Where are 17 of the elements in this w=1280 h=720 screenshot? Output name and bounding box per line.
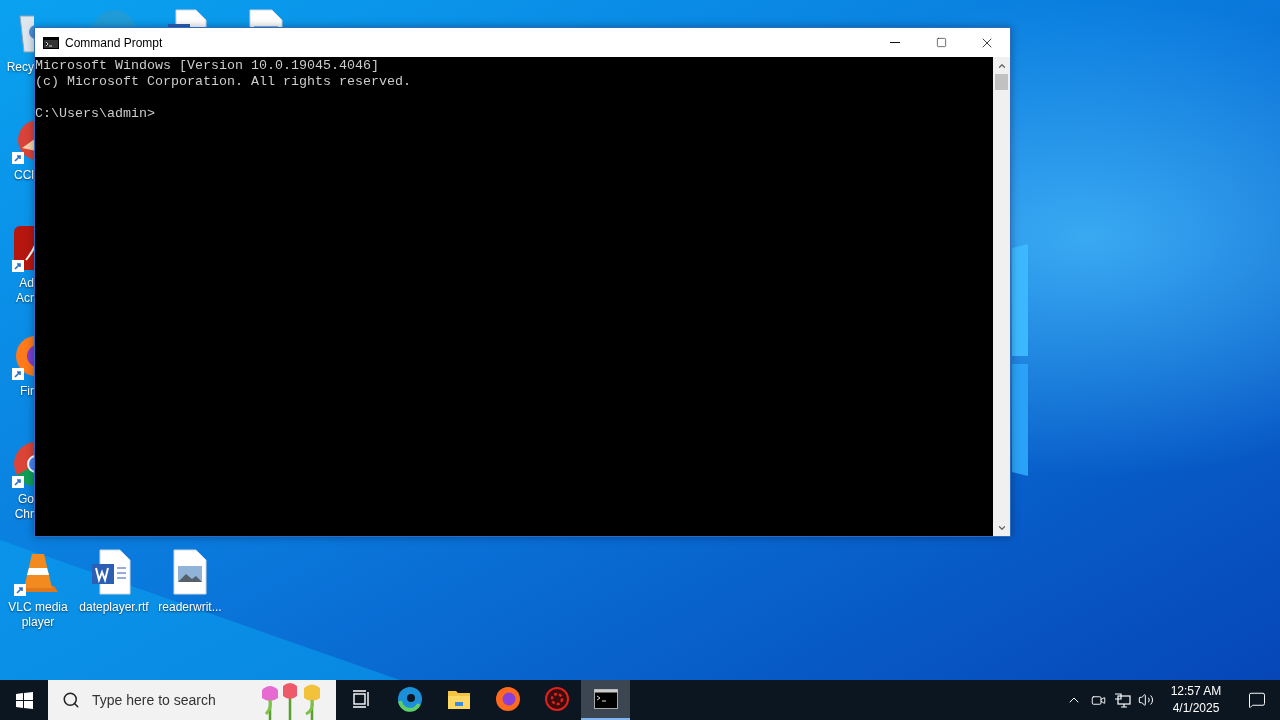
volume-icon <box>1138 692 1154 708</box>
task-view-icon <box>350 689 371 709</box>
clock[interactable]: 12:57 AM 4/1/2025 <box>1158 680 1234 720</box>
taskbar-app-button[interactable] <box>581 680 630 720</box>
notifications-icon <box>1248 691 1266 709</box>
clock-date: 4/1/2025 <box>1172 700 1220 717</box>
firefox-icon <box>494 686 521 712</box>
search-icon <box>62 691 80 709</box>
folder-icon <box>446 688 471 710</box>
clock-time: 12:57 AM <box>1170 683 1222 700</box>
search-placeholder: Type here to search <box>92 692 216 708</box>
search-field[interactable]: Type here to search <box>48 680 336 720</box>
network-icon <box>1113 692 1131 708</box>
terminal-icon <box>593 689 618 709</box>
browser-icon <box>396 686 423 712</box>
gear-icon <box>543 686 570 712</box>
windows-logo-icon <box>15 691 33 709</box>
